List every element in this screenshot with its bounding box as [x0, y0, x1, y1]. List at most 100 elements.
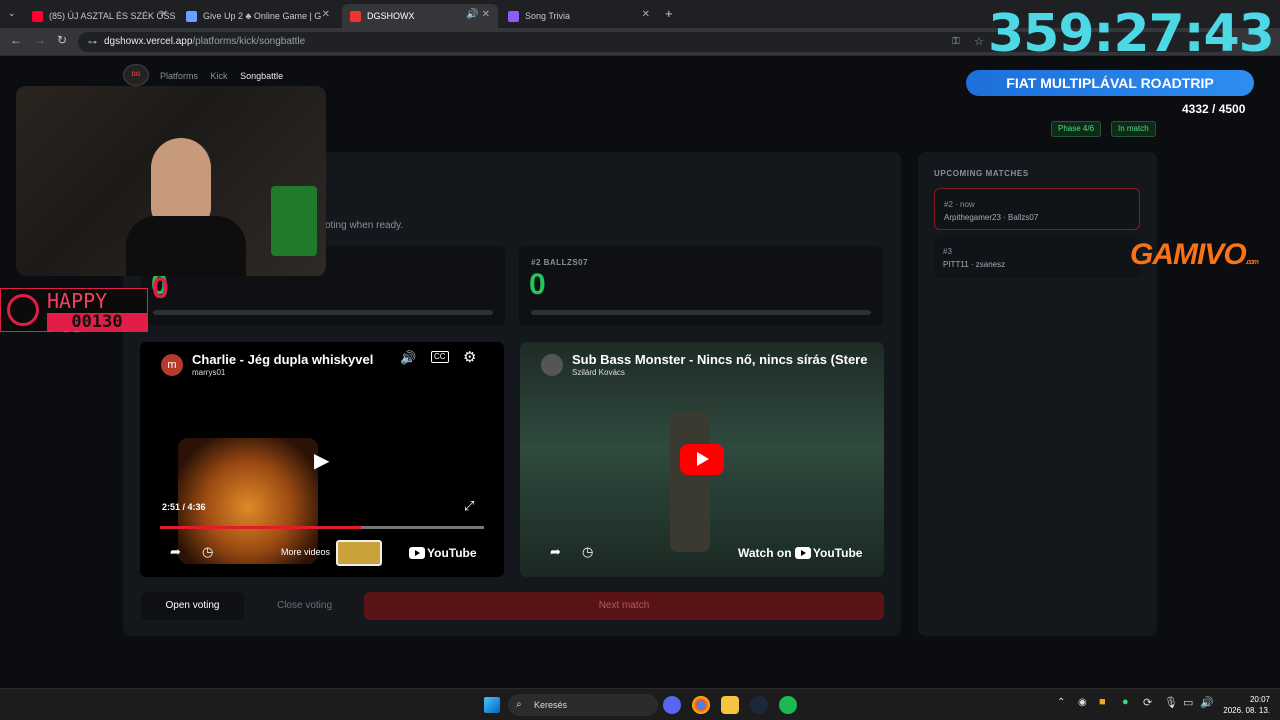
tray-chevron-icon[interactable]: ⌃	[1057, 697, 1065, 708]
watch-on-youtube-link[interactable]: Watch on YouTube	[738, 546, 862, 560]
speaker-icon[interactable]: 🔊	[466, 9, 478, 20]
open-voting-button[interactable]: Open voting	[141, 592, 244, 620]
more-videos-link[interactable]: More videos	[281, 547, 330, 557]
search-placeholder: Keresés	[534, 700, 568, 710]
watch-later-icon[interactable]: ◷	[582, 544, 593, 560]
goal-count: 4332 / 4500	[1182, 102, 1246, 116]
clock-date: 2026. 08. 13.	[1223, 706, 1270, 715]
youtube-label: YouTube	[812, 546, 863, 560]
youtube-play-button[interactable]	[680, 444, 724, 475]
trivia-icon	[508, 10, 519, 22]
goal-banner: FIAT MULTIPLÁVAL ROADTRIP	[966, 70, 1254, 96]
match-players: Arpithegamer23 · Ballzs07	[944, 213, 1039, 222]
happy-pcs-count: 00130	[47, 313, 147, 331]
steam-icon[interactable]	[750, 696, 768, 714]
breadcrumb-kick[interactable]: Kick	[211, 71, 228, 81]
channel-name[interactable]: marrys01	[192, 368, 225, 377]
pc-case-light	[271, 186, 317, 256]
match-players: PITT11 · zsanesz	[943, 260, 1006, 269]
tray-status-icon[interactable]: ●	[1122, 696, 1129, 708]
video-progress-track[interactable]	[160, 526, 484, 529]
tab-give-up[interactable]: Give Up 2 ♣ Online Game | G ✕	[178, 4, 338, 28]
tray-app-icon[interactable]: ■	[1099, 696, 1106, 708]
close-tab-icon[interactable]: ✕	[482, 9, 490, 20]
captions-icon[interactable]: CC	[431, 351, 449, 363]
taskbar-clock[interactable]: 20:07 2026. 08. 13.	[1222, 694, 1270, 716]
video-player-1[interactable]: m Charlie - Jég dupla whiskyvel marrys01…	[140, 342, 504, 577]
play-icon[interactable]: ▶	[314, 448, 329, 473]
microphone-icon[interactable]: 🎙	[1164, 696, 1178, 709]
share-icon[interactable]: ➦	[170, 544, 181, 560]
breadcrumb-platforms[interactable]: Platforms	[160, 71, 198, 81]
bookmark-star-icon[interactable]: ☆	[974, 32, 984, 52]
score-value-1: 0	[152, 272, 169, 305]
sponsor-logo: GAMIVO.com	[1130, 238, 1259, 272]
share-icon[interactable]: ➦	[550, 544, 561, 560]
channel-avatar[interactable]	[541, 354, 563, 376]
tab-dgshowx[interactable]: DGSHOWX 🔊 ✕	[342, 4, 498, 28]
settings-gear-icon[interactable]: ⚙	[463, 348, 476, 366]
key-icon[interactable]: ⚿	[952, 32, 960, 52]
dgshowx-logo[interactable]: DG SHOWX	[123, 64, 149, 98]
new-tab-icon[interactable]: +	[665, 6, 673, 21]
youtube-logo[interactable]: YouTube	[409, 546, 477, 560]
volume-icon[interactable]: 🔊	[400, 350, 416, 366]
chrome-icon[interactable]	[692, 696, 710, 714]
start-windows-icon[interactable]	[484, 697, 500, 713]
tab-song-trivia[interactable]: Song Trivia ✕	[500, 4, 658, 28]
close-tab-icon[interactable]: ✕	[160, 9, 168, 20]
url-path: /platforms/kick/songbattle	[192, 36, 306, 47]
match-id: #3	[943, 247, 952, 256]
video-title[interactable]: Charlie - Jég dupla whiskyvel	[192, 352, 373, 367]
streamer-figure	[151, 138, 211, 228]
tab-list-chevron-icon[interactable]: ⌄	[8, 8, 16, 19]
sponsor-tld: .com	[1245, 259, 1259, 266]
video-player-2[interactable]: Sub Bass Monster - Nincs nő, nincs sírás…	[520, 342, 884, 577]
youtube-label: YouTube	[427, 546, 477, 560]
match-item-next[interactable]: #3 PITT11 · zsanesz	[934, 236, 1140, 278]
watch-on-label: Watch on	[738, 546, 792, 560]
sponsor-name: GAMIVO	[1130, 238, 1247, 271]
match-item-current[interactable]: #2 · now Arpithegamer23 · Ballzs07	[934, 188, 1140, 230]
close-tab-icon[interactable]: ✕	[642, 9, 650, 20]
clock-time: 20:07	[1249, 695, 1270, 704]
webcam-overlay	[16, 86, 326, 276]
score-value: 0	[529, 268, 546, 301]
close-tab-icon[interactable]: ✕	[322, 9, 330, 20]
next-match-button[interactable]: Next match	[364, 592, 884, 620]
sync-icon[interactable]: ⟳	[1143, 696, 1152, 709]
phase-badge: Phase 4/6	[1051, 121, 1102, 137]
more-videos-thumbnail[interactable]	[336, 540, 382, 566]
channel-name[interactable]: Szilárd Kovács	[572, 368, 625, 377]
upcoming-title: UPCOMING MATCHES	[934, 169, 1029, 178]
channel-avatar[interactable]: m	[161, 354, 183, 376]
spotify-icon[interactable]	[779, 696, 797, 714]
taskbar-search[interactable]: ⌕ Keresés	[508, 694, 658, 716]
reload-icon[interactable]: ↻	[57, 33, 67, 47]
video-progress-fill	[160, 526, 361, 529]
discord-icon[interactable]	[663, 696, 681, 714]
watch-later-icon[interactable]: ◷	[202, 544, 213, 560]
site-info-icon[interactable]: ⊶	[88, 32, 97, 52]
tab-youtube[interactable]: (85) ÚJ ASZTAL ÉS SZÉK ÖSSZE ✕	[24, 4, 176, 28]
breadcrumb: Platforms Kick Songbattle	[160, 71, 293, 81]
score-bar	[153, 310, 493, 315]
score-label: #2 BALLZS07	[531, 258, 589, 267]
thumbnail-figure	[670, 412, 710, 552]
volume-tray-icon[interactable]: 🔊	[1200, 696, 1214, 709]
steam-tray-icon[interactable]: ◉	[1078, 697, 1087, 708]
tab-label: Song Trivia	[525, 11, 571, 21]
youtube-play-icon	[409, 547, 425, 559]
score-card-2: #2 BALLZS07 0	[519, 246, 883, 326]
video-thumbnail	[178, 438, 318, 564]
video-title[interactable]: Sub Bass Monster - Nincs nő, nincs sírás…	[572, 352, 867, 367]
back-icon[interactable]: ←	[10, 33, 22, 47]
close-voting-button[interactable]: Close voting	[253, 592, 356, 620]
fullscreen-icon[interactable]: ⤢	[464, 498, 474, 514]
search-icon: ⌕	[516, 699, 522, 710]
tab-label: Give Up 2 ♣ Online Game | G	[203, 11, 322, 21]
forward-icon[interactable]: →	[34, 33, 46, 47]
game-icon	[186, 10, 197, 22]
network-icon[interactable]: ▭	[1183, 696, 1193, 709]
file-explorer-icon[interactable]	[721, 696, 739, 714]
